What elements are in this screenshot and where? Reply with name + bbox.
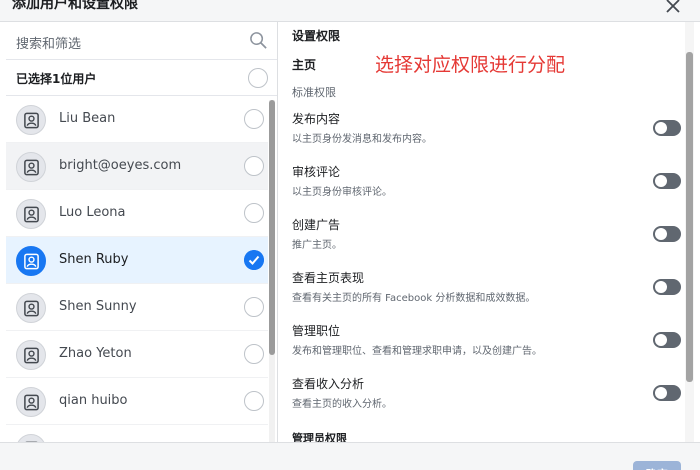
section-title: 设置权限 — [292, 29, 341, 43]
user-list-scrollbar[interactable] — [269, 100, 275, 442]
user-placeholder-icon — [24, 253, 39, 270]
user-placeholder-icon — [24, 300, 39, 317]
permissions-scrollbar[interactable] — [685, 22, 694, 442]
user-select-radio[interactable] — [244, 391, 264, 411]
toggle-knob — [655, 334, 667, 346]
user-item-liu-bean[interactable]: Liu Bean — [6, 96, 268, 143]
user-placeholder-icon — [24, 347, 39, 364]
permission-desc: 推广主页。 — [292, 240, 342, 251]
user-placeholder-icon — [24, 394, 39, 411]
permission-insights: 查看主页表现 查看有关主页的所有 Facebook 分析数据和成效数据。 — [292, 269, 682, 319]
user-name: Liu Bean — [59, 111, 116, 126]
user-name: qian huibo — [59, 393, 128, 408]
standard-permissions-label: 标准权限 — [292, 86, 336, 99]
user-name: Luo Leona — [59, 205, 126, 220]
search-icon[interactable] — [249, 31, 268, 50]
user-item-shen-sunny[interactable]: Shen Sunny — [6, 284, 268, 331]
permission-desc: 查看主页的收入分析。 — [292, 399, 392, 410]
permission-title: 查看收入分析 — [292, 377, 365, 391]
scrollbar-thumb[interactable] — [686, 52, 693, 382]
toggle-knob — [655, 122, 667, 134]
page-label: 主页 — [292, 58, 317, 72]
avatar — [16, 199, 46, 229]
avatar — [16, 152, 46, 182]
user-item-shen-ruby[interactable]: Shen Ruby — [6, 237, 268, 284]
permission-toggle[interactable] — [653, 226, 681, 242]
user-select-radio[interactable] — [244, 109, 264, 129]
user-item-partial[interactable] — [6, 425, 268, 442]
user-name: Shen Sunny — [59, 299, 137, 314]
user-name: bright@oeyes.com — [59, 158, 182, 173]
user-item-qian-huibo[interactable]: qian huibo — [6, 378, 268, 425]
permission-title: 审核评论 — [292, 165, 341, 179]
user-item-luo-leona[interactable]: Luo Leona — [6, 190, 268, 237]
avatar — [16, 434, 46, 442]
user-select-radio[interactable] — [244, 203, 264, 223]
permission-toggle[interactable] — [653, 173, 681, 189]
avatar — [16, 105, 46, 135]
permission-publish: 发布内容 以主页身份发消息和发布内容。 — [292, 110, 682, 160]
user-select-radio[interactable] — [244, 297, 264, 317]
selected-count-row[interactable]: 已选择1位用户 — [6, 60, 277, 96]
toggle-knob — [655, 281, 667, 293]
user-placeholder-icon — [24, 159, 39, 176]
toggle-knob — [655, 228, 667, 240]
user-list-panel: 搜索和筛选 已选择1位用户 Liu Bean bright@oeyes.com … — [6, 22, 278, 442]
dialog-titlebar: 添加用户和设置权限 — [0, 0, 700, 22]
avatar — [16, 387, 46, 417]
user-placeholder-icon — [24, 206, 39, 223]
search-placeholder: 搜索和筛选 — [16, 37, 82, 52]
toggle-knob — [655, 175, 667, 187]
close-icon[interactable] — [664, 0, 682, 15]
permissions-panel: 设置权限 主页 选择对应权限进行分配 标准权限 发布内容 以主页身份发消息和发布… — [279, 22, 700, 442]
avatar — [16, 340, 46, 370]
user-select-radio[interactable] — [244, 156, 264, 176]
selected-count-label: 已选择1位用户 — [16, 72, 97, 86]
permission-ads: 创建广告 推广主页。 — [292, 216, 682, 266]
user-select-radio[interactable] — [244, 344, 264, 364]
permission-toggle[interactable] — [653, 385, 681, 401]
permission-desc: 查看有关主页的所有 Facebook 分析数据和成效数据。 — [292, 293, 536, 304]
select-all-radio[interactable] — [248, 68, 268, 88]
avatar — [16, 246, 46, 276]
permission-title: 管理职位 — [292, 324, 341, 338]
user-item-zhao-yeton[interactable]: Zhao Yeton — [6, 331, 268, 378]
avatar — [16, 293, 46, 323]
scrollbar-thumb[interactable] — [269, 100, 275, 355]
permission-title: 查看主页表现 — [292, 271, 365, 285]
checkmark-icon[interactable] — [244, 250, 264, 270]
permission-revenue: 查看收入分析 查看主页的收入分析。 — [292, 375, 682, 425]
permission-desc: 以主页身份审核评论。 — [292, 187, 392, 198]
permission-moderate: 审核评论 以主页身份审核评论。 — [292, 163, 682, 213]
permission-title: 发布内容 — [292, 112, 341, 126]
permission-title: 创建广告 — [292, 218, 341, 232]
user-name: Shen Ruby — [59, 252, 129, 267]
search-input[interactable]: 搜索和筛选 — [6, 22, 277, 60]
user-item-bright[interactable]: bright@oeyes.com — [6, 143, 268, 190]
confirm-button[interactable]: 确定 — [633, 461, 681, 470]
permission-toggle[interactable] — [653, 120, 681, 136]
permission-desc: 发布和管理职位、查看和管理求职申请，以及创建广告。 — [292, 346, 542, 357]
user-placeholder-icon — [24, 112, 39, 129]
permission-jobs: 管理职位 发布和管理职位、查看和管理求职申请，以及创建广告。 — [292, 322, 682, 372]
user-list: Liu Bean bright@oeyes.com Luo Leona Shen… — [6, 96, 268, 442]
user-name: Zhao Yeton — [59, 346, 132, 361]
permission-toggle[interactable] — [653, 279, 681, 295]
annotation-text: 选择对应权限进行分配 — [375, 54, 566, 76]
permission-toggle[interactable] — [653, 332, 681, 348]
dialog-title: 添加用户和设置权限 — [12, 0, 138, 12]
dialog-footer: 确定 — [0, 442, 700, 470]
permission-desc: 以主页身份发消息和发布内容。 — [292, 134, 432, 145]
admin-permissions-label: 管理员权限 — [292, 432, 347, 442]
toggle-knob — [655, 387, 667, 399]
